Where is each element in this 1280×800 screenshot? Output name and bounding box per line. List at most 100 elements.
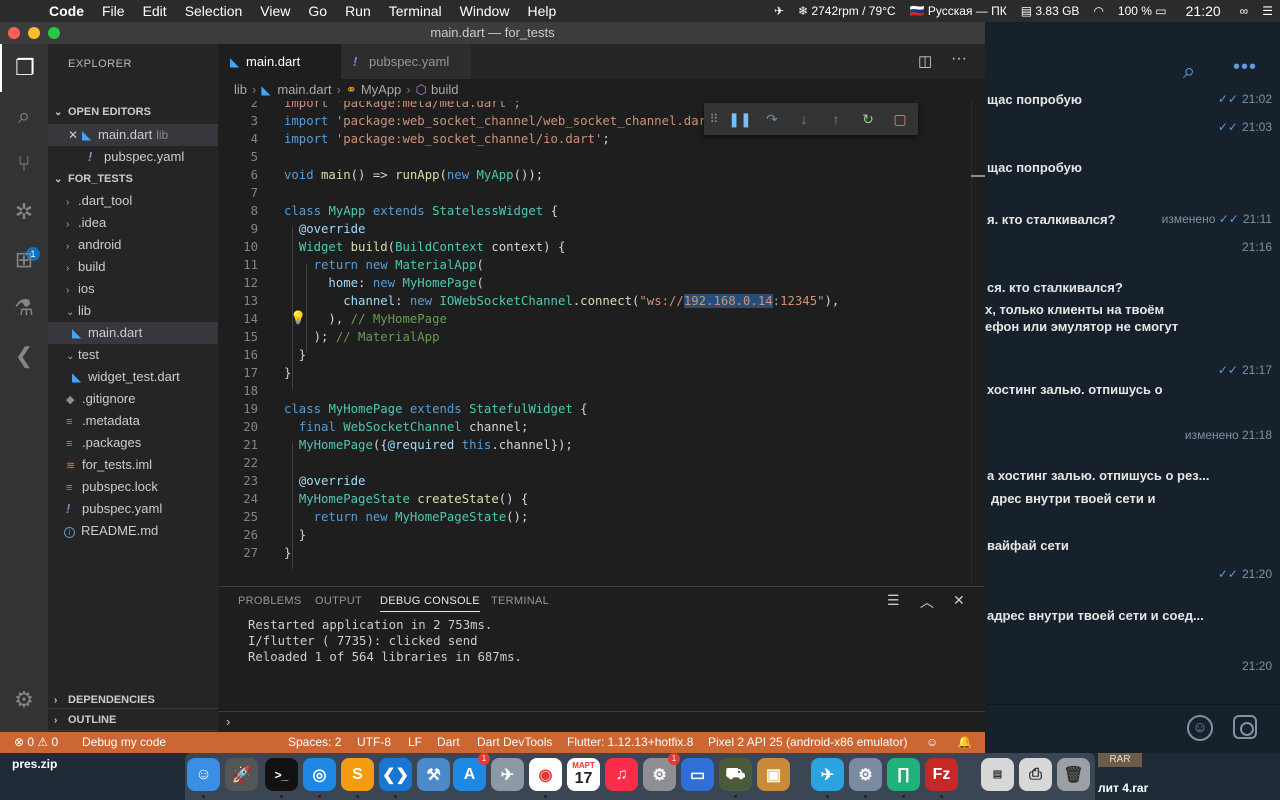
menubar-clock[interactable]: 21:20 xyxy=(1174,3,1233,19)
photos-icon[interactable]: ▣ xyxy=(757,758,790,791)
menu-help[interactable]: Help xyxy=(518,3,565,19)
printer-icon[interactable]: ⎙ xyxy=(1019,758,1052,791)
window-maximize-button[interactable] xyxy=(48,27,60,39)
open-editor-pubspec[interactable]: ! pubspec.yaml xyxy=(48,146,218,168)
search-icon[interactable]: ⌕ xyxy=(0,92,48,140)
debug-config-indicator[interactable]: Debug my code xyxy=(82,732,166,753)
flutter-icon[interactable]: ❮ xyxy=(0,332,48,380)
settings-gear-icon[interactable]: ⚙ xyxy=(0,676,48,724)
fan-status[interactable]: ❄ 2742rpm / 79°C xyxy=(791,4,903,18)
wifi-icon[interactable]: ◠ xyxy=(1086,4,1110,18)
problems-indicator[interactable]: ⊗ 0 ⚠ 0 xyxy=(14,732,58,753)
desktop-file-label[interactable]: лит 4.rar xyxy=(1098,781,1148,795)
chat-message[interactable]: 21:16 xyxy=(985,240,1280,260)
lightbulb-icon[interactable]: 💡 xyxy=(290,311,306,326)
chat-message[interactable]: ефон или эмулятор не смогут xyxy=(985,319,1280,339)
bell-icon[interactable]: 🔔 xyxy=(957,732,972,753)
outline-header[interactable]: › OUTLINE xyxy=(48,708,218,730)
tab-main-dart[interactable]: ◣ main.dart xyxy=(218,44,341,79)
calendar-icon[interactable]: МАРТ 17 xyxy=(567,758,600,791)
tab-terminal[interactable]: TERMINAL xyxy=(491,595,549,607)
chat-message[interactable]: щас попробую xyxy=(985,160,1280,180)
project-header[interactable]: ⌄ FOR_TESTS xyxy=(48,168,218,190)
split-editor-icon[interactable]: ◫ xyxy=(918,52,932,70)
chat-message[interactable]: хостинг залью. отпишусь о xyxy=(985,382,1280,402)
tree-file-metadata[interactable]: ≡ .metadata xyxy=(48,410,218,432)
device-indicator[interactable]: Pixel 2 API 25 (android-x86 emulator) xyxy=(708,732,907,753)
tree-file-gitignore[interactable]: ◆ .gitignore xyxy=(48,388,218,410)
editor-app-icon[interactable]: ∏ xyxy=(887,758,920,791)
step-out-icon[interactable]: ↑ xyxy=(820,111,852,127)
chat-message[interactable]: ся. кто сталкивался? xyxy=(985,280,1280,300)
drag-handle-icon[interactable]: ⠿ xyxy=(704,112,724,126)
chrome-icon[interactable]: ◉ xyxy=(529,758,562,791)
source-control-icon[interactable]: ⑂ xyxy=(0,140,48,188)
dependencies-header-row[interactable]: › DEPENDENCIES xyxy=(54,690,214,710)
step-into-icon[interactable]: ↓ xyxy=(788,111,820,127)
menu-file[interactable]: File xyxy=(93,3,134,19)
chat-message[interactable]: ✓✓ 21:03 xyxy=(985,120,1280,140)
trash-icon[interactable]: 🗑 xyxy=(1057,758,1090,791)
menu-run[interactable]: Run xyxy=(336,3,380,19)
tab-pubspec-yaml[interactable]: ! pubspec.yaml xyxy=(341,44,471,79)
chat-message[interactable]: 21:20 xyxy=(985,659,1280,679)
chat-message[interactable]: я. кто сталкивался? изменено ✓✓ 21:11 xyxy=(985,212,1280,232)
rar-file-icon[interactable]: RAR xyxy=(1098,753,1142,767)
emoji-icon[interactable]: ☺ xyxy=(1187,715,1213,741)
xcode-icon[interactable]: ⚒ xyxy=(417,758,450,791)
desktop-file-label[interactable]: pres.zip xyxy=(12,757,57,771)
tree-file-iml[interactable]: ≋ for_tests.iml xyxy=(48,454,218,476)
explorer-icon[interactable]: ❐ xyxy=(0,44,48,92)
open-editor-main-dart[interactable]: ✕ ◣ main.dart lib xyxy=(48,124,218,146)
code-editor[interactable]: 2 3 4 5 6 7 8 9 10 11 12 13 14 15 16 17 … xyxy=(218,101,985,586)
console-input[interactable]: › xyxy=(218,711,985,733)
tree-file-main-dart[interactable]: ◣ main.dart xyxy=(48,322,218,344)
tree-folder-android[interactable]: › android xyxy=(48,234,218,256)
memory-status[interactable]: ▤ 3.83 GB xyxy=(1014,4,1087,18)
safari-icon[interactable]: ◎ xyxy=(303,758,336,791)
debug-icon[interactable]: ✲ xyxy=(0,188,48,236)
tree-folder-lib[interactable]: ⌄ lib xyxy=(48,300,218,322)
finder-icon[interactable]: ☺ xyxy=(187,758,220,791)
breadcrumb-class[interactable]: MyApp xyxy=(361,82,401,97)
language-indicator[interactable]: Dart xyxy=(437,732,460,753)
menu-go[interactable]: Go xyxy=(299,3,336,19)
tab-debug-console[interactable]: DEBUG CONSOLE xyxy=(380,595,480,612)
encoding-indicator[interactable]: UTF-8 xyxy=(357,732,391,753)
filezilla-icon[interactable]: Fz xyxy=(925,758,958,791)
chat-message[interactable]: ✓✓ 21:17 xyxy=(985,363,1280,383)
tree-folder-build[interactable]: › build xyxy=(48,256,218,278)
tree-folder-test[interactable]: ⌄ test xyxy=(48,344,218,366)
preview-icon[interactable]: ✈ xyxy=(491,758,524,791)
document-icon[interactable]: ▤ xyxy=(981,758,1014,791)
utility-icon[interactable]: ⚙ xyxy=(849,758,882,791)
flutter-version-indicator[interactable]: Flutter: 1.12.13+hotfix.8 xyxy=(567,732,693,753)
indentation-indicator[interactable]: Spaces: 2 xyxy=(288,732,341,753)
tree-file-packages[interactable]: ≡ .packages xyxy=(48,432,218,454)
game-icon[interactable]: ⛟ xyxy=(719,758,752,791)
feedback-icon[interactable]: ☺ xyxy=(926,732,938,753)
tab-problems[interactable]: PROBLEMS xyxy=(238,595,302,607)
extensions-icon[interactable]: ⊞ xyxy=(0,236,48,284)
tree-file-readme[interactable]: i README.md xyxy=(48,520,218,542)
menu-window[interactable]: Window xyxy=(451,3,519,19)
music-icon[interactable]: ♫ xyxy=(605,758,638,791)
clear-console-icon[interactable]: ☰ xyxy=(887,592,900,609)
chevron-up-icon[interactable]: ︿ xyxy=(920,592,934,612)
restart-icon[interactable]: ↻ xyxy=(852,111,884,128)
chat-message[interactable]: а хостинг залью. отпишусь о рез... xyxy=(985,468,1280,488)
tree-file-pubspec-lock[interactable]: ≡ pubspec.lock xyxy=(48,476,218,498)
terminal-icon[interactable]: >_ xyxy=(265,758,298,791)
tab-output[interactable]: OUTPUT xyxy=(315,595,362,607)
more-actions-icon[interactable]: ··· xyxy=(951,50,967,68)
notification-center-icon[interactable]: ☰ xyxy=(1255,4,1280,18)
selected-text[interactable]: 192.168.0.14 xyxy=(683,294,773,308)
menu-selection[interactable]: Selection xyxy=(176,3,252,19)
battery-status[interactable]: 100 % ▭ xyxy=(1111,4,1174,18)
chat-message[interactable]: дрес внутри твоей сети и xyxy=(985,491,1280,511)
search-icon[interactable]: ⌕ xyxy=(1183,58,1195,84)
sticker-icon[interactable] xyxy=(1233,715,1257,739)
open-editors-header[interactable]: ⌄ OPEN EDITORS xyxy=(48,101,218,123)
breadcrumb-file[interactable]: main.dart xyxy=(277,82,331,97)
sublime-icon[interactable]: S xyxy=(341,758,374,791)
